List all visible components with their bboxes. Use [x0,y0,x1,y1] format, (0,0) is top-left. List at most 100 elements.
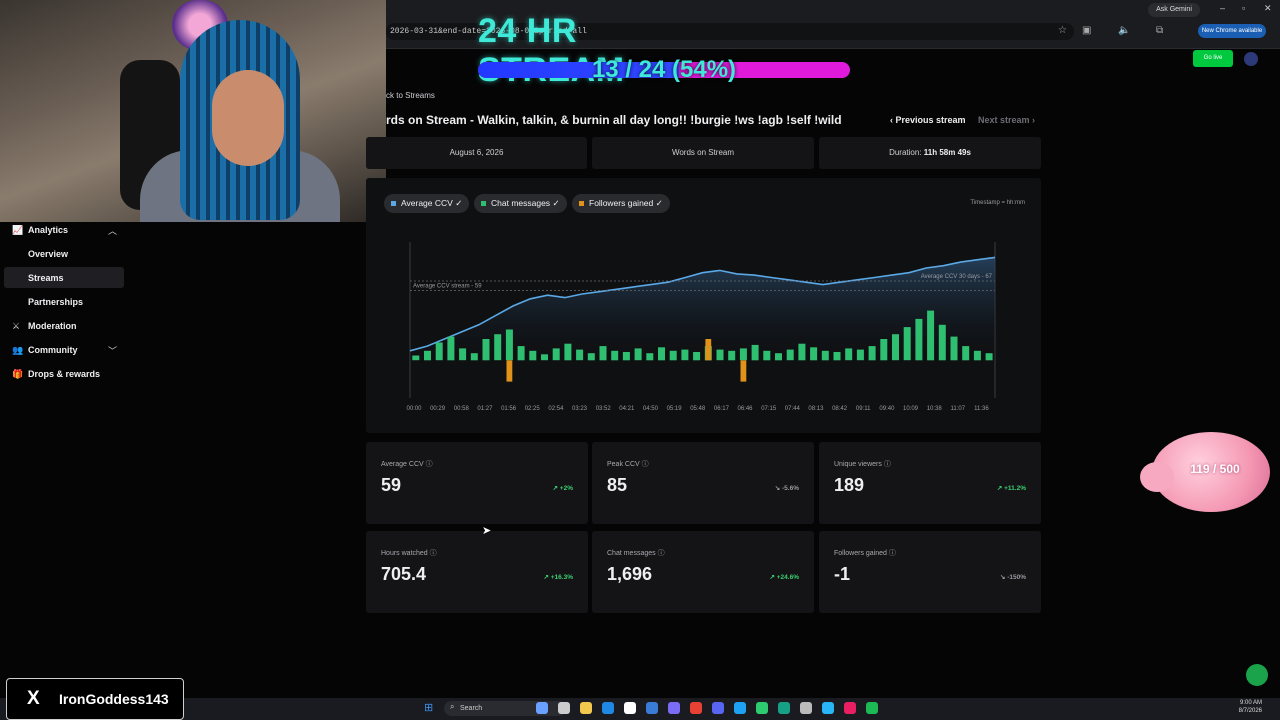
shield-icon[interactable] [1244,52,1258,66]
taskbar-app-icon[interactable] [734,702,746,714]
x-tick-label: 11:07 [951,406,966,412]
x-tick-label: 02:54 [548,406,564,412]
ask-gemini-button[interactable]: Ask Gemini [1148,3,1200,17]
chat-messages-bar [646,353,654,361]
x-tick-label: 03:23 [572,406,588,412]
nav-drops-rewards[interactable]: Drops & rewards [28,369,100,379]
nav-overview[interactable]: Overview [28,249,68,259]
taskbar-app-icon[interactable] [602,702,614,714]
chat-messages-bar [470,353,478,361]
taskbar-app-icon[interactable] [822,702,834,714]
x-tick-label: 07:44 [785,406,801,412]
chat-messages-bar [658,347,665,361]
extension-icon[interactable]: ▣ [1082,25,1091,36]
chat-messages-bar [786,349,794,361]
chat-messages-swatch [481,201,486,206]
taskbar-app-icon[interactable] [712,702,724,714]
close-icon[interactable]: ✕ [1264,3,1272,14]
nav-moderation[interactable]: Moderation [28,321,77,331]
chat-messages-bar [950,336,958,361]
puzzle-icon[interactable]: ⧉ [1156,25,1163,36]
stat-change: ↗ +24.6% [769,574,800,581]
stream-title: rds on Stream - Walkin, talkin, & burnin… [386,113,842,127]
previous-stream-button[interactable]: ‹ Previous stream [890,115,966,125]
new-chrome-button[interactable]: New Chrome available [1198,24,1266,38]
chat-messages-bar [962,346,970,361]
taskbar-time: 9:00 AM [1239,700,1262,706]
nav-analytics[interactable]: Analytics [28,225,68,235]
check-icon: ✓ [552,198,560,208]
followers-gained-bar [506,360,513,382]
info-icon[interactable]: ⓘ [884,461,891,468]
x-tick-label: 07:15 [761,406,777,412]
taskbar-app-icon[interactable] [866,702,878,714]
chat-messages-bar [728,350,736,361]
x-tick-label: 02:25 [525,406,541,412]
mute-icon[interactable]: 🔈 [1118,25,1130,36]
person-face [212,70,284,166]
taskbar-app-icon[interactable] [844,702,856,714]
chat-messages-bar [751,344,759,361]
taskbar-app-icon[interactable] [624,702,636,714]
chat-messages-bar [763,350,771,361]
info-icon[interactable]: ⓘ [658,550,665,557]
chat-messages-bar [892,334,899,361]
x-tick-label: 03:52 [596,406,612,412]
taskbar-date: 8/7/2026 [1238,708,1262,714]
nav-partnerships[interactable]: Partnerships [28,297,83,307]
followers-gained-bar [740,360,747,382]
chat-messages-bar [775,353,782,361]
taskbar-app-icon[interactable] [800,702,812,714]
chat-messages-bar [587,353,595,361]
x-tick-label: 00:29 [430,406,446,412]
chevron-down-icon[interactable]: ﹀ [108,344,117,357]
filter-label: Chat messages [491,198,551,208]
minimize-icon[interactable]: – [1220,3,1225,13]
bookmark-star-icon[interactable]: ☆ [1058,25,1067,36]
chat-messages-bar [973,350,981,361]
help-button[interactable] [1246,664,1268,686]
followers-gained-swatch [579,201,584,206]
chat-messages-bar [798,343,806,361]
nav-community[interactable]: Community [28,345,78,355]
taskbar-app-icon[interactable] [756,702,768,714]
taskbar-app-icon[interactable] [690,702,702,714]
info-icon[interactable]: ⓘ [426,461,433,468]
taskbar-app-icon[interactable] [778,702,790,714]
info-icon[interactable]: ⓘ [430,550,437,557]
filter-average-ccv[interactable]: Average CCV ✓ [384,194,470,213]
restore-icon[interactable]: ▫ [1242,3,1245,13]
stat-value: 705.4 [381,564,427,584]
check-icon: ✓ [455,198,463,208]
filter-followers-gained[interactable]: Followers gained ✓ [572,194,670,213]
x-tick-label: 10:09 [903,406,919,412]
info-icon[interactable]: ⓘ [642,461,649,468]
filter-chat-messages[interactable]: Chat messages ✓ [474,194,567,213]
taskbar-app-icon[interactable] [536,702,548,714]
taskbar-app-icon[interactable] [646,702,658,714]
back-to-streams-link[interactable]: ck to Streams [386,91,435,100]
chevron-up-icon[interactable]: ︿ [108,224,117,237]
stream-goal-progress-text: 13 / 24 (54%) [591,56,737,83]
next-stream-button[interactable]: Next stream › [978,115,1035,125]
go-live-button[interactable]: Go live [1193,50,1233,67]
taskbar-app-icon[interactable] [558,702,570,714]
taskbar-app-icon[interactable] [668,702,680,714]
info-icon[interactable]: ⓘ [889,550,896,557]
nav-streams[interactable]: Streams [28,273,64,283]
next-stream-label: Next stream [978,115,1030,125]
chat-messages-bar [482,339,490,361]
windows-start-icon[interactable]: ⊞ [424,701,433,714]
taskbar-app-icon[interactable] [580,702,592,714]
stream-chart[interactable]: Average CCV stream - 59 Average CCV 30 da… [366,230,1041,425]
stat-card: Unique viewers ⓘ 189 ↗ +11.2% [819,442,1041,524]
followers-gained-bar [705,339,712,361]
check-icon: ✓ [655,198,663,208]
x-tick-label: 04:50 [643,406,659,412]
x-tick-label: 00:58 [454,406,470,412]
chat-messages-bar [622,352,630,361]
chat-messages-bar [447,336,455,361]
average-ccv-swatch [391,201,396,206]
chat-messages-bar [634,348,642,361]
stat-label: Average CCV ⓘ [381,461,433,468]
